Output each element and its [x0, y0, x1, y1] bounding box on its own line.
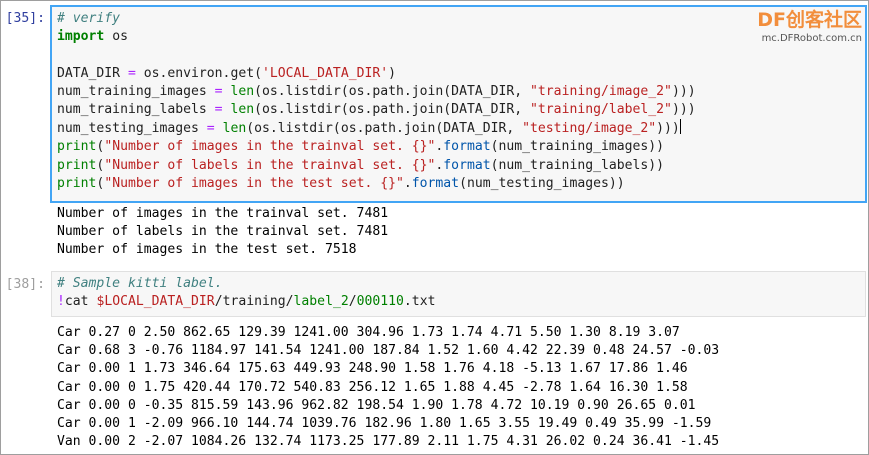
code-line: # Sample kitti label. — [57, 276, 223, 291]
cell-35-output: Number of images in the trainval set. 74… — [57, 205, 388, 260]
cell-35-code-editor[interactable]: # verify import os DATA_DIR = os.environ… — [51, 6, 866, 202]
cell-35-code[interactable]: # verify import os DATA_DIR = os.environ… — [57, 10, 696, 193]
code-line: DATA_DIR = os.environ.get('LOCAL_DATA_DI… — [57, 65, 397, 81]
output-line: Van 0.00 2 -2.07 1084.26 132.74 1173.25 … — [57, 434, 720, 450]
code-line: # verify — [57, 11, 121, 26]
watermark-logo-latin: DF — [757, 9, 786, 31]
cell-35-prompt: [35]: — [5, 11, 45, 26]
watermark-url: mc.DFRobot.com.cn — [761, 33, 862, 44]
code-line: num_testing_images = len(os.listdir(os.p… — [57, 119, 681, 137]
output-line: Car 0.00 1 -2.09 966.10 144.74 1039.76 1… — [57, 416, 712, 432]
output-line: Car 0.00 1 1.73 346.64 175.63 449.93 248… — [57, 361, 688, 377]
cell-38-code-editor[interactable]: # Sample kitti label. !cat $LOCAL_DATA_D… — [51, 271, 866, 317]
text-cursor — [679, 119, 681, 135]
watermark-logo-cn: 创客社区 — [785, 9, 862, 31]
cell-38-prompt: [38]: — [5, 277, 45, 292]
code-line: print("Number of images in the trainval … — [57, 139, 665, 155]
code-line: print("Number of images in the test set.… — [57, 175, 625, 191]
output-line: Car 0.27 0 2.50 862.65 129.39 1241.00 30… — [57, 325, 680, 340]
output-line: Number of labels in the trainval set. 74… — [57, 224, 389, 240]
code-line: import os — [57, 29, 128, 45]
output-line: Number of images in the trainval set. 74… — [57, 206, 389, 221]
dfrobot-watermark: DF创客社区 mc.DFRobot.com.cn — [757, 5, 862, 44]
code-line: num_training_images = len(os.listdir(os.… — [57, 83, 696, 99]
output-line: Number of images in the test set. 7518 — [57, 242, 357, 258]
watermark-logo: DF创客社区 — [757, 5, 862, 32]
code-line: print("Number of labels in the trainval … — [57, 157, 665, 173]
output-line: Car 0.68 3 -0.76 1184.97 141.54 1241.00 … — [57, 343, 720, 359]
code-line: !cat $LOCAL_DATA_DIR/training/label_2/00… — [57, 294, 436, 310]
cell-38-output: Car 0.27 0 2.50 862.65 129.39 1241.00 30… — [57, 324, 719, 451]
cell-38-code[interactable]: # Sample kitti label. !cat $LOCAL_DATA_D… — [57, 275, 435, 311]
code-line: num_training_labels = len(os.listdir(os.… — [57, 102, 696, 118]
screenshot-frame: [35]: # verify import os DATA_DIR = os.e… — [0, 0, 869, 455]
output-line: Car 0.00 0 1.75 420.44 170.72 540.83 256… — [57, 379, 688, 395]
output-line: Car 0.00 0 -0.35 815.59 143.96 962.82 19… — [57, 397, 696, 413]
